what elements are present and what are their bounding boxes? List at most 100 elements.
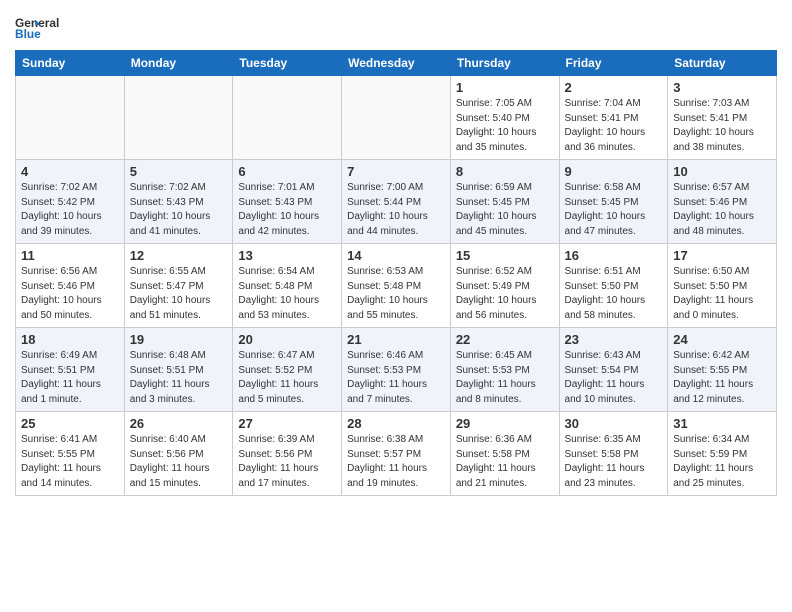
calendar-cell: 24Sunrise: 6:42 AM Sunset: 5:55 PM Dayli…	[668, 328, 777, 412]
day-info: Sunrise: 6:49 AM Sunset: 5:51 PM Dayligh…	[21, 349, 119, 407]
calendar-cell: 19 Sunrise: 6:48 AM Sunset: 5:51 PM Dayli…	[124, 328, 233, 412]
calendar-cell: 7 Sunrise: 7:00 AM Sunset: 5:44 PM Daylig…	[342, 160, 451, 244]
day-info: Sunrise: 6:55 AM Sunset: 5:47 PM Dayligh…	[130, 265, 228, 323]
day-info: Sunrise: 6:43 AM Sunset: 5:54 PM Dayligh…	[565, 349, 663, 407]
day-info: Sunrise: 7:05 AM Sunset: 5:40 PM Dayligh…	[456, 97, 554, 155]
col-header-wednesday: Wednesday	[342, 51, 451, 76]
calendar-week-row: 1 Sunrise: 7:05 AM Sunset: 5:40 PM Daylig…	[16, 76, 777, 160]
calendar-cell: 17Sunrise: 6:50 AM Sunset: 5:50 PM Dayli…	[668, 244, 777, 328]
calendar-cell: 18Sunrise: 6:49 AM Sunset: 5:51 PM Dayli…	[16, 328, 125, 412]
day-info: Sunrise: 6:35 AM Sunset: 5:58 PM Dayligh…	[565, 433, 663, 491]
col-header-tuesday: Tuesday	[233, 51, 342, 76]
day-info: Sunrise: 6:40 AM Sunset: 5:56 PM Dayligh…	[130, 433, 228, 491]
calendar-cell: 1 Sunrise: 7:05 AM Sunset: 5:40 PM Daylig…	[450, 76, 559, 160]
calendar-cell: 28 Sunrise: 6:38 AM Sunset: 5:57 PM Dayli…	[342, 412, 451, 496]
day-info: Sunrise: 6:54 AM Sunset: 5:48 PM Dayligh…	[238, 265, 336, 323]
calendar-cell	[124, 76, 233, 160]
calendar-cell: 12 Sunrise: 6:55 AM Sunset: 5:47 PM Dayli…	[124, 244, 233, 328]
calendar-cell: 31 Sunrise: 6:34 AM Sunset: 5:59 PM Dayli…	[668, 412, 777, 496]
day-info: Sunrise: 6:51 AM Sunset: 5:50 PM Dayligh…	[565, 265, 663, 323]
day-number: 5	[130, 164, 228, 179]
calendar-week-row: 18Sunrise: 6:49 AM Sunset: 5:51 PM Dayli…	[16, 328, 777, 412]
day-info: Sunrise: 7:04 AM Sunset: 5:41 PM Dayligh…	[565, 97, 663, 155]
day-number: 13	[238, 248, 336, 263]
calendar-cell	[233, 76, 342, 160]
day-info: Sunrise: 7:00 AM Sunset: 5:44 PM Dayligh…	[347, 181, 445, 239]
day-number: 31	[673, 416, 771, 431]
logo: General Blue	[15, 10, 70, 42]
day-number: 23	[565, 332, 663, 347]
calendar-cell: 20 Sunrise: 6:47 AM Sunset: 5:52 PM Dayli…	[233, 328, 342, 412]
calendar-cell: 21 Sunrise: 6:46 AM Sunset: 5:53 PM Dayli…	[342, 328, 451, 412]
day-number: 21	[347, 332, 445, 347]
day-info: Sunrise: 6:46 AM Sunset: 5:53 PM Dayligh…	[347, 349, 445, 407]
day-number: 27	[238, 416, 336, 431]
calendar-cell: 11 Sunrise: 6:56 AM Sunset: 5:46 PM Dayli…	[16, 244, 125, 328]
calendar-week-row: 4 Sunrise: 7:02 AM Sunset: 5:42 PM Daylig…	[16, 160, 777, 244]
calendar-cell	[16, 76, 125, 160]
col-header-saturday: Saturday	[668, 51, 777, 76]
calendar-cell: 25 Sunrise: 6:41 AM Sunset: 5:55 PM Dayli…	[16, 412, 125, 496]
calendar-cell: 23 Sunrise: 6:43 AM Sunset: 5:54 PM Dayli…	[559, 328, 668, 412]
day-number: 15	[456, 248, 554, 263]
day-info: Sunrise: 6:48 AM Sunset: 5:51 PM Dayligh…	[130, 349, 228, 407]
day-number: 28	[347, 416, 445, 431]
day-info: Sunrise: 6:59 AM Sunset: 5:45 PM Dayligh…	[456, 181, 554, 239]
day-number: 7	[347, 164, 445, 179]
calendar-cell: 13 Sunrise: 6:54 AM Sunset: 5:48 PM Dayli…	[233, 244, 342, 328]
day-number: 19	[130, 332, 228, 347]
day-info: Sunrise: 6:45 AM Sunset: 5:53 PM Dayligh…	[456, 349, 554, 407]
day-info: Sunrise: 6:56 AM Sunset: 5:46 PM Dayligh…	[21, 265, 119, 323]
col-header-monday: Monday	[124, 51, 233, 76]
calendar-cell	[342, 76, 451, 160]
col-header-thursday: Thursday	[450, 51, 559, 76]
calendar-cell: 30Sunrise: 6:35 AM Sunset: 5:58 PM Dayli…	[559, 412, 668, 496]
calendar-week-row: 25 Sunrise: 6:41 AM Sunset: 5:55 PM Dayli…	[16, 412, 777, 496]
col-header-sunday: Sunday	[16, 51, 125, 76]
calendar-header-row: SundayMondayTuesdayWednesdayThursdayFrid…	[16, 51, 777, 76]
day-number: 26	[130, 416, 228, 431]
day-info: Sunrise: 6:34 AM Sunset: 5:59 PM Dayligh…	[673, 433, 771, 491]
day-number: 4	[21, 164, 119, 179]
day-number: 9	[565, 164, 663, 179]
calendar-cell: 6 Sunrise: 7:01 AM Sunset: 5:43 PM Daylig…	[233, 160, 342, 244]
day-info: Sunrise: 6:52 AM Sunset: 5:49 PM Dayligh…	[456, 265, 554, 323]
day-info: Sunrise: 6:39 AM Sunset: 5:56 PM Dayligh…	[238, 433, 336, 491]
day-info: Sunrise: 7:02 AM Sunset: 5:42 PM Dayligh…	[21, 181, 119, 239]
day-number: 20	[238, 332, 336, 347]
day-number: 6	[238, 164, 336, 179]
day-info: Sunrise: 6:47 AM Sunset: 5:52 PM Dayligh…	[238, 349, 336, 407]
day-info: Sunrise: 7:01 AM Sunset: 5:43 PM Dayligh…	[238, 181, 336, 239]
day-number: 11	[21, 248, 119, 263]
calendar-table: SundayMondayTuesdayWednesdayThursdayFrid…	[15, 50, 777, 496]
calendar-cell: 15 Sunrise: 6:52 AM Sunset: 5:49 PM Dayli…	[450, 244, 559, 328]
day-number: 22	[456, 332, 554, 347]
calendar-cell: 3Sunrise: 7:03 AM Sunset: 5:41 PM Daylig…	[668, 76, 777, 160]
calendar-cell: 9Sunrise: 6:58 AM Sunset: 5:45 PM Daylig…	[559, 160, 668, 244]
calendar-cell: 8 Sunrise: 6:59 AM Sunset: 5:45 PM Daylig…	[450, 160, 559, 244]
day-info: Sunrise: 6:41 AM Sunset: 5:55 PM Dayligh…	[21, 433, 119, 491]
day-number: 24	[673, 332, 771, 347]
calendar-cell: 4 Sunrise: 7:02 AM Sunset: 5:42 PM Daylig…	[16, 160, 125, 244]
calendar-cell: 29Sunrise: 6:36 AM Sunset: 5:58 PM Dayli…	[450, 412, 559, 496]
day-number: 25	[21, 416, 119, 431]
day-number: 12	[130, 248, 228, 263]
calendar-cell: 27 Sunrise: 6:39 AM Sunset: 5:56 PM Dayli…	[233, 412, 342, 496]
day-number: 10	[673, 164, 771, 179]
calendar-cell: 16 Sunrise: 6:51 AM Sunset: 5:50 PM Dayli…	[559, 244, 668, 328]
calendar-cell: 22 Sunrise: 6:45 AM Sunset: 5:53 PM Dayli…	[450, 328, 559, 412]
logo-icon: General Blue	[15, 10, 70, 42]
calendar-cell: 5 Sunrise: 7:02 AM Sunset: 5:43 PM Daylig…	[124, 160, 233, 244]
day-number: 16	[565, 248, 663, 263]
day-info: Sunrise: 6:38 AM Sunset: 5:57 PM Dayligh…	[347, 433, 445, 491]
calendar-week-row: 11 Sunrise: 6:56 AM Sunset: 5:46 PM Dayli…	[16, 244, 777, 328]
day-info: Sunrise: 6:57 AM Sunset: 5:46 PM Dayligh…	[673, 181, 771, 239]
day-number: 8	[456, 164, 554, 179]
day-info: Sunrise: 6:53 AM Sunset: 5:48 PM Dayligh…	[347, 265, 445, 323]
calendar-cell: 2Sunrise: 7:04 AM Sunset: 5:41 PM Daylig…	[559, 76, 668, 160]
col-header-friday: Friday	[559, 51, 668, 76]
page-header: General Blue	[15, 10, 777, 42]
day-info: Sunrise: 7:02 AM Sunset: 5:43 PM Dayligh…	[130, 181, 228, 239]
day-number: 1	[456, 80, 554, 95]
calendar-cell: 10 Sunrise: 6:57 AM Sunset: 5:46 PM Dayli…	[668, 160, 777, 244]
